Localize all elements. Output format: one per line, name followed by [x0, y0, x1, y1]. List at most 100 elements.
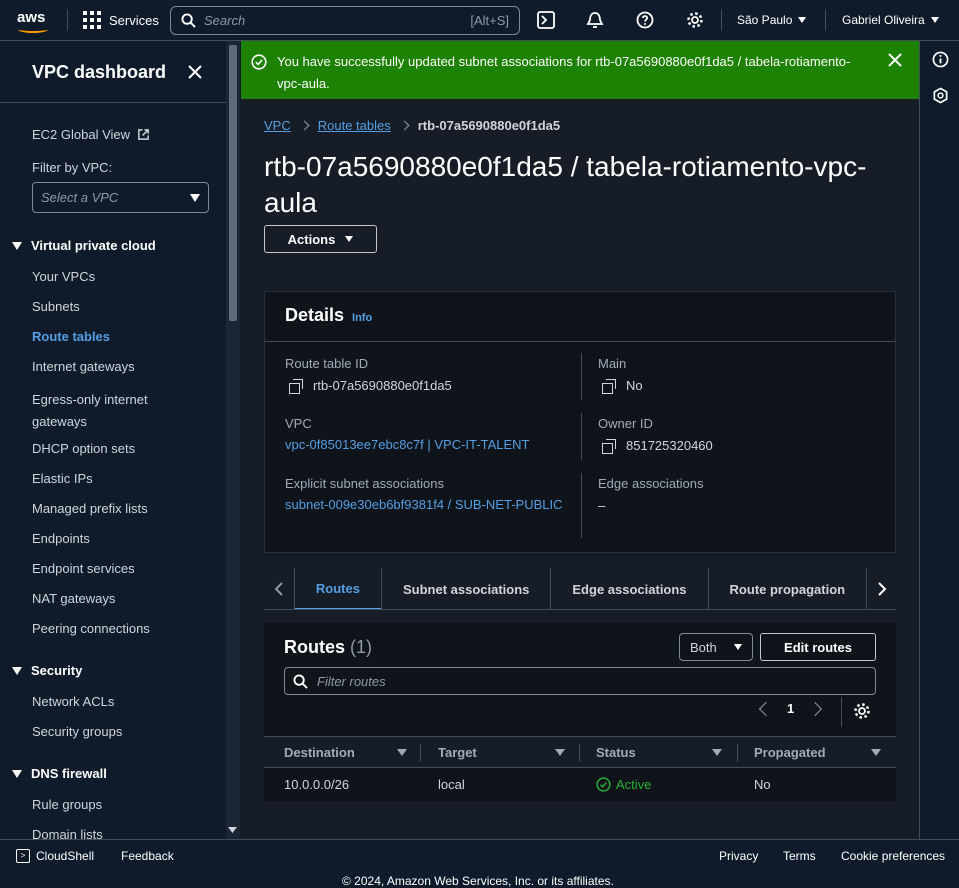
sidebar-section-label: Security [31, 663, 83, 678]
sidebar-scrollbar-thumb[interactable] [229, 45, 237, 321]
sidebar-item-internet-gateways[interactable]: Internet gateways [32, 359, 135, 374]
route-type-select[interactable]: Both [679, 633, 753, 661]
region-selector[interactable]: São Paulo [737, 13, 807, 27]
copy-icon[interactable] [602, 438, 616, 454]
search-placeholder: Search [204, 13, 246, 28]
top-navigation: aws Services Search [Alt+S] São Paulo Ga… [0, 0, 959, 41]
sidebar-item-ec2-global-view[interactable]: EC2 Global View [32, 127, 150, 142]
tab-routes[interactable]: Routes [293, 568, 381, 610]
sort-caret-icon[interactable] [712, 749, 722, 756]
scroll-down-arrow-icon[interactable] [228, 827, 237, 833]
copy-icon[interactable] [289, 378, 303, 394]
column-header-status[interactable]: Status [596, 745, 636, 760]
sidebar-item-peering-connections[interactable]: Peering connections [32, 621, 150, 636]
cloudshell-icon: > [16, 849, 30, 863]
hexagon-icon[interactable] [932, 87, 949, 104]
sidebar-item-subnets[interactable]: Subnets [32, 299, 80, 314]
services-menu-button[interactable]: Services [83, 11, 159, 29]
search-input[interactable]: Search [Alt+S] [170, 6, 520, 35]
edit-routes-button[interactable]: Edit routes [760, 633, 876, 661]
sidebar-item-your-vpcs[interactable]: Your VPCs [32, 269, 95, 284]
column-divider [737, 744, 738, 762]
copy-icon[interactable] [602, 378, 616, 394]
column-header-propagated[interactable]: Propagated [754, 745, 826, 760]
sidebar-item-nat-gateways[interactable]: NAT gateways [32, 591, 115, 606]
terms-link[interactable]: Terms [783, 849, 816, 863]
sidebar-item-domain-lists[interactable]: Domain lists [32, 827, 103, 839]
info-icon[interactable] [932, 51, 949, 68]
breadcrumb-vpc-link[interactable]: VPC [264, 118, 291, 133]
column-header-destination[interactable]: Destination [284, 745, 355, 760]
sidebar-item-rule-groups[interactable]: Rule groups [32, 797, 102, 812]
sidebar-section-label: Virtual private cloud [31, 238, 156, 253]
vpc-link[interactable]: vpc-0f85013ee7ebc8c7f | VPC-IT-TALENT [285, 434, 529, 456]
info-link[interactable]: Info [352, 312, 372, 324]
routes-count: (1) [350, 637, 373, 657]
route-table-id-text: rtb-07a5690880e0f1da5 [313, 378, 452, 393]
breadcrumb-current: rtb-07a5690880e0f1da5 [417, 118, 561, 133]
route-status-text: Active [616, 777, 652, 792]
close-icon[interactable] [886, 51, 904, 69]
settings-gear-icon[interactable] [686, 11, 704, 29]
sidebar-title[interactable]: VPC dashboard [32, 62, 166, 83]
sidebar-item-egress-only-internet-gateways[interactable]: Egress-only internet gateways [32, 389, 182, 433]
privacy-link[interactable]: Privacy [719, 849, 758, 863]
edge-associations-value: – [598, 498, 606, 513]
grid-icon [83, 11, 101, 29]
explicit-subnet-associations-label: Explicit subnet associations [285, 476, 444, 491]
route-status: Active [596, 777, 651, 792]
tab-edge-associations[interactable]: Edge associations [550, 568, 707, 610]
close-icon[interactable] [186, 63, 204, 81]
actions-button[interactable]: Actions [264, 225, 377, 253]
vpc-filter-select[interactable]: Select a VPC [32, 182, 209, 213]
tabs-scroll-right-button[interactable] [866, 568, 896, 610]
sidebar-item-network-acls[interactable]: Network ACLs [32, 694, 114, 709]
feedback-link[interactable]: Feedback [121, 849, 174, 863]
filter-routes-input[interactable]: Filter routes [284, 667, 876, 695]
sidebar-section-security[interactable]: Security [12, 663, 82, 678]
account-menu[interactable]: Gabriel Oliveira [842, 13, 939, 27]
cookie-preferences-link[interactable]: Cookie preferences [841, 849, 945, 863]
sidebar-item-security-groups[interactable]: Security groups [32, 724, 122, 739]
help-icon[interactable] [636, 11, 654, 29]
breadcrumb-route-tables-link[interactable]: Route tables [318, 118, 391, 133]
tab-route-propagation[interactable]: Route propagation [707, 568, 867, 610]
vpc-label: VPC [285, 416, 312, 431]
right-utility-rail [919, 41, 959, 839]
caret-down-icon [930, 17, 939, 23]
sidebar-item-endpoints[interactable]: Endpoints [32, 531, 90, 546]
cloudshell-icon[interactable] [537, 11, 555, 29]
tabs-scroll-left-button[interactable] [264, 568, 294, 610]
route-propagated: No [754, 777, 771, 792]
sidebar-item-elastic-ips[interactable]: Elastic IPs [32, 471, 93, 486]
aws-logo[interactable]: aws [17, 9, 51, 33]
previous-page-icon[interactable] [758, 701, 774, 716]
flash-message: You have successfully updated subnet ass… [277, 54, 851, 91]
sort-caret-icon[interactable] [871, 749, 881, 756]
sidebar-item-route-tables[interactable]: Route tables [32, 329, 110, 344]
bell-icon[interactable] [586, 11, 604, 29]
cloudshell-button[interactable]: > CloudShell [16, 849, 94, 863]
table-settings-gear-icon[interactable] [853, 702, 871, 720]
search-shortcut: [Alt+S] [470, 13, 509, 28]
details-title: Details [285, 305, 345, 325]
sidebar-item-endpoint-services[interactable]: Endpoint services [32, 561, 135, 576]
details-panel: Details Info Route table ID rtb-07a56908… [264, 291, 896, 553]
filter-by-vpc-label: Filter by VPC: [32, 160, 113, 175]
sidebar-section-virtual-private-cloud[interactable]: Virtual private cloud [12, 238, 156, 253]
sort-caret-icon[interactable] [555, 749, 565, 756]
tab-subnet-associations[interactable]: Subnet associations [380, 568, 550, 610]
route-destination: 10.0.0.0/26 [284, 777, 350, 792]
sidebar-item-dhcp-option-sets[interactable]: DHCP option sets [32, 441, 135, 456]
column-header-target[interactable]: Target [438, 745, 477, 760]
current-page[interactable]: 1 [787, 701, 794, 716]
owner-id-text: 851725320460 [626, 438, 713, 453]
table-header: Destination Target Status Propagated [264, 736, 896, 768]
next-page-icon[interactable] [808, 701, 823, 716]
sidebar-section-dns-firewall[interactable]: DNS firewall [12, 766, 107, 781]
sort-caret-icon[interactable] [397, 749, 407, 756]
caret-down-icon [798, 17, 807, 23]
route-table-id-label: Route table ID [285, 356, 369, 371]
sidebar-item-managed-prefix-lists[interactable]: Managed prefix lists [32, 501, 148, 516]
explicit-subnet-association-link[interactable]: subnet-009e30eb6bf9381f4 / SUB-NET-PUBLI… [285, 494, 565, 516]
